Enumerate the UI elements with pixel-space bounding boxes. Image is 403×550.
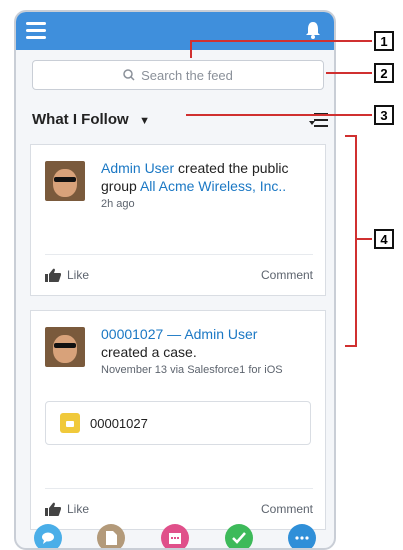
menu-icon[interactable] bbox=[26, 22, 46, 39]
thumbs-up-icon bbox=[45, 268, 61, 282]
task-action-button[interactable] bbox=[224, 524, 253, 548]
more-actions-button[interactable] bbox=[288, 524, 317, 548]
more-icon bbox=[295, 536, 309, 540]
callout-line bbox=[186, 114, 372, 116]
post-action-button[interactable] bbox=[33, 524, 62, 548]
post-timestamp: 2h ago bbox=[101, 198, 135, 210]
callout-line bbox=[345, 345, 357, 347]
search-placeholder: Search the feed bbox=[141, 67, 233, 83]
search-feed-input[interactable]: Search the feed bbox=[32, 60, 324, 90]
author-link[interactable]: Admin User bbox=[184, 326, 257, 342]
chevron-down-icon: ▼ bbox=[139, 115, 150, 127]
chat-bubble-icon bbox=[41, 532, 54, 544]
case-link[interactable]: 00001027 bbox=[101, 326, 163, 342]
group-link[interactable]: All Acme Wireless, Inc.. bbox=[140, 178, 286, 194]
callout-3: 3 bbox=[374, 105, 394, 125]
post-action: created a case. bbox=[101, 344, 197, 360]
file-action-button[interactable] bbox=[97, 524, 126, 548]
case-attachment-label: 00001027 bbox=[90, 415, 148, 431]
like-button[interactable]: Like bbox=[45, 502, 89, 516]
callout-2: 2 bbox=[374, 63, 394, 83]
checkmark-icon bbox=[231, 532, 246, 544]
post-meta: November 13 via Salesforce1 for iOS bbox=[101, 364, 283, 376]
separator: — bbox=[163, 326, 185, 342]
callout-line bbox=[190, 40, 192, 58]
like-button[interactable]: Like bbox=[45, 268, 89, 282]
feed-post: 00001027 — Admin User created a case. No… bbox=[30, 310, 326, 530]
post-actions: Like Comment bbox=[45, 488, 313, 519]
feed-post: Admin User created the public group All … bbox=[30, 144, 326, 296]
publisher-dock bbox=[16, 520, 334, 548]
post-body: Admin User created the public group All … bbox=[101, 159, 315, 211]
callout-line bbox=[190, 40, 372, 42]
callout-line bbox=[355, 238, 372, 240]
comment-button[interactable]: Comment bbox=[261, 268, 313, 282]
comment-button[interactable]: Comment bbox=[261, 502, 313, 516]
callout-line bbox=[355, 135, 357, 347]
callout-line bbox=[326, 72, 372, 74]
callout-1: 1 bbox=[374, 31, 394, 51]
post-actions: Like Comment bbox=[45, 254, 313, 285]
calendar-icon bbox=[168, 533, 181, 544]
notification-bell-icon[interactable] bbox=[304, 20, 322, 40]
thumbs-up-icon bbox=[45, 502, 61, 516]
file-icon bbox=[106, 531, 118, 545]
feed-filter-dropdown[interactable]: What I Follow ▼ bbox=[32, 111, 150, 129]
event-action-button[interactable] bbox=[160, 524, 189, 548]
feed-filter-row: What I Follow ▼ bbox=[32, 108, 328, 132]
avatar[interactable] bbox=[45, 327, 85, 367]
avatar[interactable] bbox=[45, 161, 85, 201]
briefcase-icon bbox=[60, 413, 80, 433]
callout-4: 4 bbox=[374, 229, 394, 249]
like-label: Like bbox=[67, 502, 90, 516]
feed-filter-label: What I Follow bbox=[32, 111, 129, 128]
case-attachment[interactable]: 00001027 bbox=[45, 401, 311, 445]
like-label: Like bbox=[67, 268, 90, 282]
author-link[interactable]: Admin User bbox=[101, 160, 174, 176]
search-icon bbox=[123, 69, 135, 81]
phone-frame: Search the feed What I Follow ▼ Admin Us… bbox=[14, 10, 336, 550]
post-body: 00001027 — Admin User created a case. No… bbox=[101, 325, 315, 377]
app-header bbox=[16, 12, 334, 50]
